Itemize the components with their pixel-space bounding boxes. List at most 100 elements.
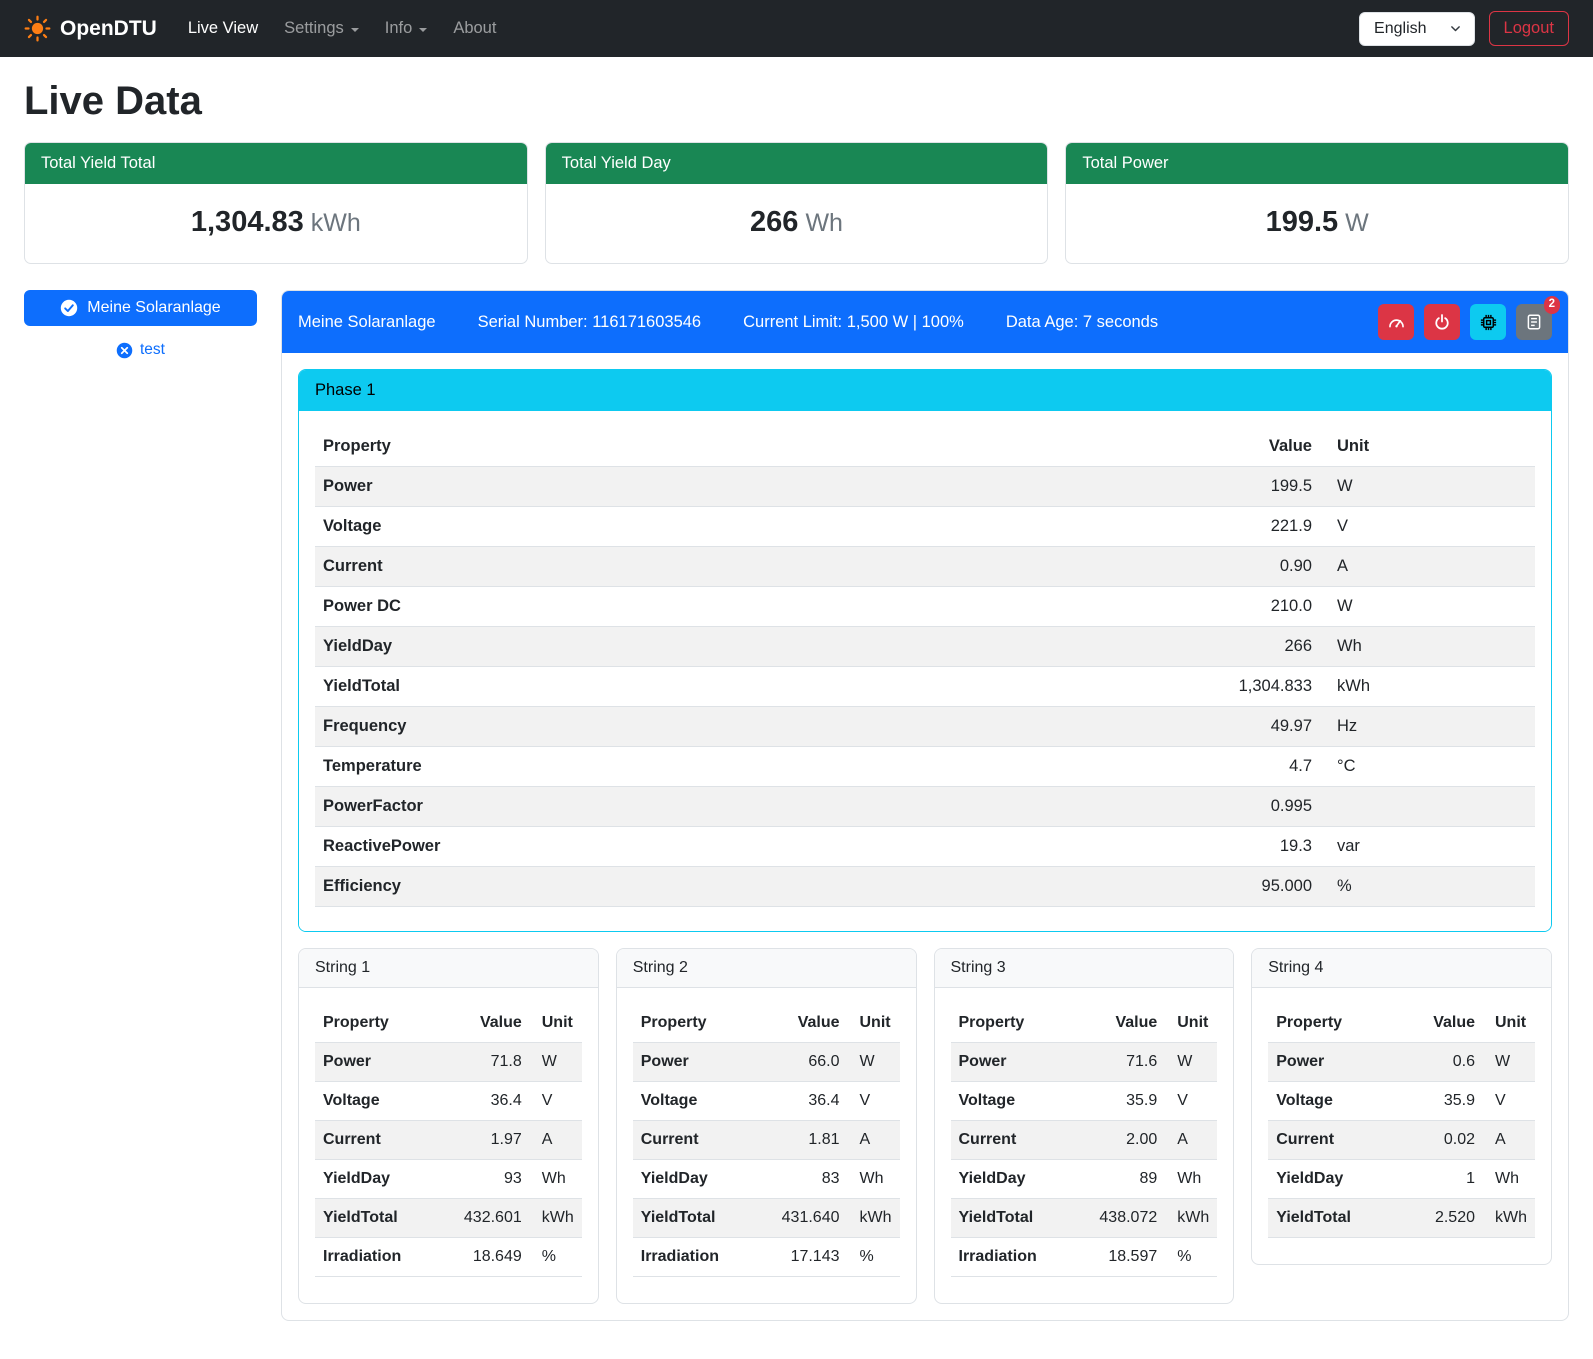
property-cell: YieldTotal (315, 667, 1140, 707)
string-title: String 4 (1252, 949, 1551, 988)
summary-cards-row: Total Yield Total 1,304.83kWh Total Yiel… (24, 142, 1569, 264)
inverter-limit: Current Limit: 1,500 W | 100% (743, 313, 964, 332)
chevron-down-icon (419, 28, 427, 32)
nav-settings-label: Settings (284, 19, 344, 38)
brand[interactable]: OpenDTU (24, 15, 157, 42)
property-cell: Current (951, 1121, 1090, 1160)
inverter-actions: 2 (1378, 304, 1552, 340)
unit-cell: Wh (1165, 1160, 1217, 1199)
event-log-button[interactable]: 2 (1516, 304, 1552, 340)
table-row: YieldTotal 2.520 kWh (1268, 1199, 1535, 1238)
value-cell: 1.97 (454, 1121, 530, 1160)
table-row: Voltage 35.9 V (1268, 1082, 1535, 1121)
value-cell: 18.597 (1089, 1238, 1165, 1277)
summary-card-title: Total Yield Total (25, 143, 527, 184)
column-header-property: Property (951, 1004, 1090, 1043)
unit-cell: W (848, 1043, 900, 1082)
property-cell: Power (315, 467, 1140, 507)
sidebar-item-test[interactable]: test (24, 341, 257, 359)
power-button[interactable] (1424, 304, 1460, 340)
sidebar-item-meine-solaranlage[interactable]: Meine Solaranlage (24, 290, 257, 326)
string-title: String 1 (299, 949, 598, 988)
unit-cell: % (1320, 867, 1535, 907)
property-cell: Irradiation (951, 1238, 1090, 1277)
unit-cell: kWh (530, 1199, 582, 1238)
sun-logo-icon (24, 15, 51, 42)
column-header-unit: Unit (848, 1004, 900, 1043)
nav-settings[interactable]: Settings (271, 11, 372, 46)
table-row: Efficiency 95.000 % (315, 867, 1535, 907)
property-cell: YieldTotal (315, 1199, 454, 1238)
table-row: Voltage 36.4 V (633, 1082, 900, 1121)
language-select-value: English (1374, 20, 1426, 38)
unit-cell: % (1165, 1238, 1217, 1277)
summary-card-title: Total Yield Day (546, 143, 1048, 184)
chevron-down-icon (351, 28, 359, 32)
property-cell: YieldDay (1268, 1160, 1407, 1199)
value-cell: 210.0 (1140, 587, 1320, 627)
summary-card-unit: W (1345, 209, 1369, 237)
table-row: Frequency 49.97 Hz (315, 707, 1535, 747)
value-cell: 36.4 (772, 1082, 848, 1121)
cpu-icon (1479, 313, 1498, 332)
table-row: Power 199.5 W (315, 467, 1535, 507)
column-header-unit: Unit (530, 1004, 582, 1043)
column-header-property: Property (315, 427, 1140, 467)
table-row: YieldTotal 431.640 kWh (633, 1199, 900, 1238)
phase-title: Phase 1 (299, 370, 1551, 411)
table-row: YieldDay 1 Wh (1268, 1160, 1535, 1199)
nav-right: English Logout (1359, 11, 1569, 46)
table-row: PowerFactor 0.995 (315, 787, 1535, 827)
unit-cell: Hz (1320, 707, 1535, 747)
summary-card-body: 199.5W (1066, 184, 1568, 263)
string-table: Property Value Unit Power (315, 1004, 582, 1277)
summary-card-value: 266 (750, 206, 798, 238)
device-info-button[interactable] (1470, 304, 1506, 340)
table-row: Current 1.81 A (633, 1121, 900, 1160)
nav-live-view[interactable]: Live View (175, 11, 271, 46)
value-cell: 66.0 (772, 1043, 848, 1082)
value-cell: 0.90 (1140, 547, 1320, 587)
property-cell: Power (951, 1043, 1090, 1082)
property-cell: PowerFactor (315, 787, 1140, 827)
language-select[interactable]: English (1359, 12, 1474, 46)
property-cell: Voltage (633, 1082, 772, 1121)
table-row: YieldDay 83 Wh (633, 1160, 900, 1199)
value-cell: 95.000 (1140, 867, 1320, 907)
table-row: Current 0.02 A (1268, 1121, 1535, 1160)
strings-row: String 1 Property Value Unit (298, 948, 1552, 1304)
string-table: Property Value Unit Power (633, 1004, 900, 1277)
table-row: YieldDay 89 Wh (951, 1160, 1218, 1199)
property-cell: Power DC (315, 587, 1140, 627)
chevron-down-icon (1449, 22, 1462, 35)
column-header-property: Property (315, 1004, 454, 1043)
value-cell: 83 (772, 1160, 848, 1199)
summary-card: Total Yield Day 266Wh (545, 142, 1049, 264)
property-cell: YieldDay (315, 1160, 454, 1199)
summary-card: Total Yield Total 1,304.83kWh (24, 142, 528, 264)
property-cell: Temperature (315, 747, 1140, 787)
nav-about[interactable]: About (440, 11, 509, 46)
unit-cell: % (530, 1238, 582, 1277)
column-header-unit: Unit (1320, 427, 1535, 467)
nav-info[interactable]: Info (372, 11, 441, 46)
sidebar-item-label: Meine Solaranlage (87, 299, 220, 317)
summary-card-body: 266Wh (546, 184, 1048, 263)
value-cell: 1 (1407, 1160, 1483, 1199)
table-row: Current 0.90 A (315, 547, 1535, 587)
column-header-unit: Unit (1165, 1004, 1217, 1043)
limit-settings-button[interactable] (1378, 304, 1414, 340)
unit-cell: W (1483, 1043, 1535, 1082)
value-cell: 71.8 (454, 1043, 530, 1082)
page-title: Live Data (24, 79, 1569, 124)
logout-button[interactable]: Logout (1489, 11, 1569, 46)
inverter-card-header: Meine Solaranlage Serial Number: 1161716… (282, 291, 1568, 353)
unit-cell: V (530, 1082, 582, 1121)
table-header-row: Property Value Unit (1268, 1004, 1535, 1043)
value-cell: 17.143 (772, 1238, 848, 1277)
table-row: Power 71.6 W (951, 1043, 1218, 1082)
nav-links: Live View Settings Info About (175, 11, 510, 46)
column-header-value: Value (454, 1004, 530, 1043)
unit-cell: kWh (1165, 1199, 1217, 1238)
unit-cell: A (1165, 1121, 1217, 1160)
